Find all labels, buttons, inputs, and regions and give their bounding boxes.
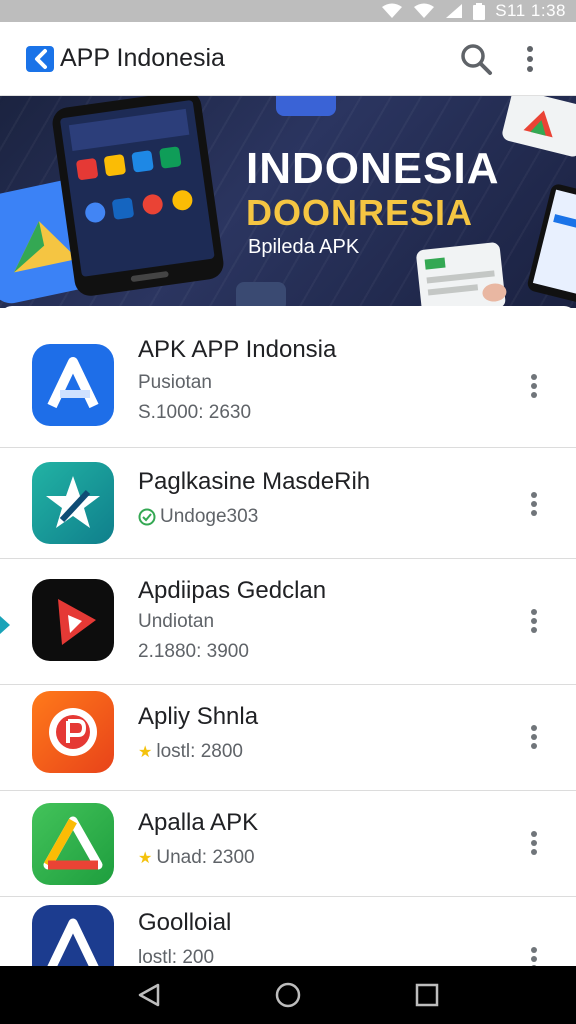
app-logo-icon — [26, 45, 54, 72]
app-name: Apalla APK — [138, 809, 259, 836]
app-name: APK APP Indonsia — [138, 336, 337, 363]
app-meta-label: Undoge303 — [160, 506, 259, 527]
item-menu-button[interactable] — [522, 601, 546, 641]
status-bar: S11 1:38 — [0, 0, 576, 22]
app-bar: APP Indonesia — [0, 22, 576, 96]
item-menu-button[interactable] — [522, 823, 546, 863]
scroll-indicator — [0, 616, 10, 634]
app-meta-label: Undiotan — [138, 611, 215, 632]
signal-icon — [446, 4, 463, 18]
wifi-icon — [414, 3, 435, 18]
recents-button[interactable] — [397, 970, 457, 1020]
promo-banner[interactable]: INDONESIA DOONRESIA Bpileda APK — [0, 96, 576, 308]
item-menu-button[interactable] — [522, 939, 546, 966]
app-name: Apdiipas Gedclan — [138, 577, 327, 604]
check-circle-icon — [138, 508, 156, 526]
back-button[interactable] — [119, 970, 179, 1020]
list-item[interactable]: APK APP Indonsia Pusiotan S.1000: 2630 — [0, 306, 576, 448]
item-menu-button[interactable] — [522, 484, 546, 524]
green-triangle-icon — [32, 803, 114, 885]
more-vert-icon — [527, 45, 533, 72]
home-icon — [275, 982, 301, 1008]
app-meta: lostl: 200 — [138, 947, 231, 966]
banner-subtitle: Bpileda APK — [248, 236, 360, 258]
back-icon — [139, 983, 160, 1007]
list-item[interactable]: Goolloial lostl: 200 — [0, 897, 576, 966]
app-title: APP Indonesia — [60, 44, 225, 72]
banner-headline: INDONESIA — [246, 144, 500, 193]
app-meta: ★ Unad: 2300 — [138, 847, 258, 869]
orange-badge-icon — [32, 691, 114, 773]
overflow-menu-button[interactable] — [510, 39, 550, 79]
app-stats: 2.1880: 3900 — [138, 641, 249, 662]
app-meta: Pusiotan — [138, 372, 336, 394]
star-icon: ★ — [138, 744, 153, 761]
app-meta: ★ lostl: 2800 — [138, 741, 258, 763]
app-meta-label: Unad: 2300 — [156, 847, 255, 868]
more-vert-icon — [531, 492, 537, 516]
teal-star-icon — [32, 462, 114, 544]
list-item[interactable]: Apliy Shnla ★ lostl: 2800 — [0, 685, 576, 791]
list-item[interactable]: Apalla APK ★ Unad: 2300 — [0, 791, 576, 897]
more-vert-icon — [531, 831, 537, 855]
navy-a-icon — [32, 905, 114, 966]
app-meta: Undoge303 — [138, 506, 370, 528]
app-meta: Undiotan — [138, 611, 326, 633]
more-vert-icon — [531, 725, 537, 749]
app-name: Paglkasine MasdeRih — [138, 468, 371, 495]
home-button[interactable] — [258, 970, 318, 1020]
app-name: Apliy Shnla — [138, 703, 259, 730]
search-icon — [461, 43, 492, 75]
app-meta-label: lostl: 200 — [138, 947, 215, 966]
app-name: Goolloial — [138, 909, 232, 936]
list-item[interactable]: Paglkasine MasdeRih Undoge303 — [0, 448, 576, 559]
star-icon: ★ — [138, 850, 153, 867]
more-vert-icon — [531, 374, 537, 398]
app-meta-label: Pusiotan — [138, 372, 212, 393]
blue-a-icon — [32, 344, 114, 426]
item-menu-button[interactable] — [522, 717, 546, 757]
system-nav-bar — [0, 966, 576, 1024]
search-button[interactable] — [456, 39, 496, 79]
banner-headline-secondary: DOONRESIA — [246, 192, 474, 233]
status-time: S11 1:38 — [495, 1, 566, 20]
wifi-icon — [382, 3, 403, 18]
more-vert-icon — [531, 609, 537, 633]
battery-icon — [473, 2, 486, 20]
app-meta-label: lostl: 2800 — [156, 741, 243, 762]
app-list: APK APP Indonsia Pusiotan S.1000: 2630 P… — [0, 306, 576, 966]
item-menu-button[interactable] — [522, 366, 546, 406]
red-play-icon — [32, 579, 114, 661]
app-stats: S.1000: 2630 — [138, 402, 252, 423]
more-vert-icon — [531, 947, 537, 966]
recents-icon — [415, 983, 438, 1007]
list-item[interactable]: Apdiipas Gedclan Undiotan 2.1880: 3900 — [0, 559, 576, 685]
